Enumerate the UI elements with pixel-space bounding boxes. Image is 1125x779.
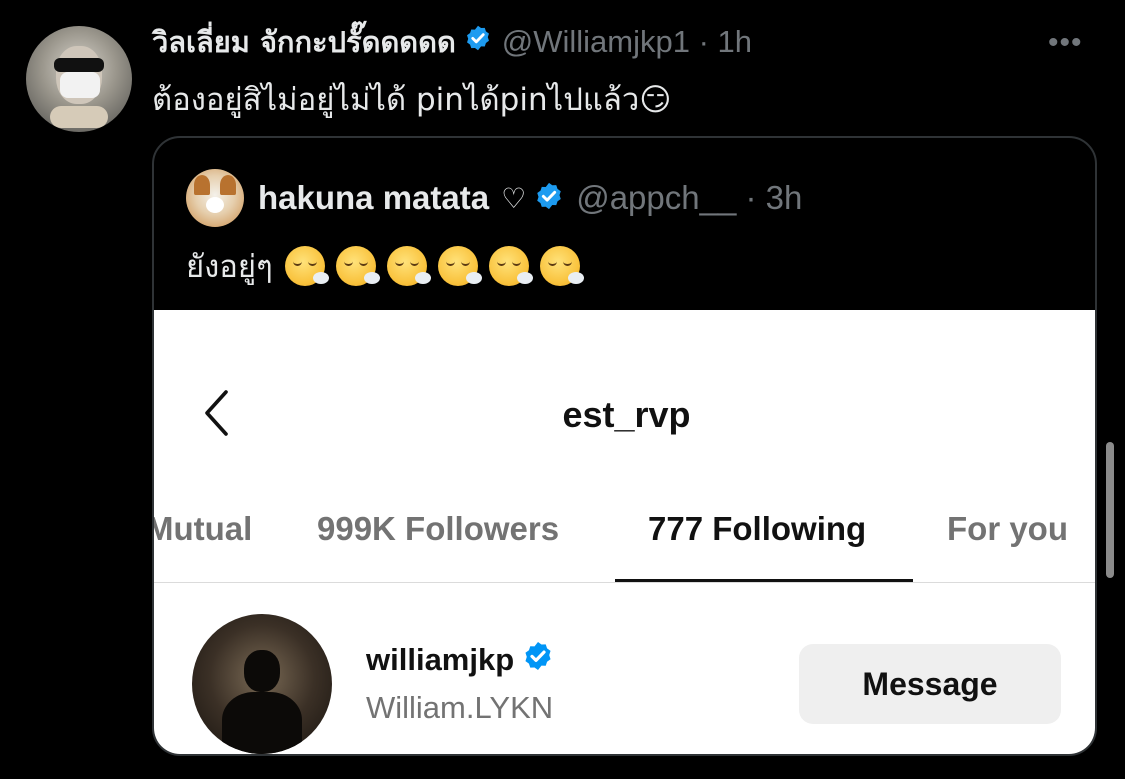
verified-badge-icon: [522, 640, 554, 680]
scrollbar[interactable]: [1106, 442, 1114, 578]
user-full-name: William.LYKN: [366, 690, 554, 725]
avatar-head: [244, 650, 280, 692]
tab-for-you: For you: [947, 510, 1068, 547]
avatar-body: [222, 692, 302, 754]
face-exhaling-emoji-icon: [284, 246, 329, 286]
avatar-headphones: [50, 106, 108, 128]
tab-following: 777 Following: [648, 510, 867, 547]
user-username: williamjkp: [366, 640, 554, 680]
dog-snout: [206, 197, 224, 213]
quoted-author-handle-time: @appch__ · 3h: [576, 179, 803, 216]
active-tab-indicator: [615, 579, 913, 582]
author-name[interactable]: วิลเลี่ยม จักกะปรั๊ดดดดด: [152, 19, 456, 65]
dog-ear-right: [220, 175, 236, 195]
quoted-author-name: hakuna matata: [258, 179, 490, 216]
follow-tabs: Mutual 999K Followers 777 Following For …: [152, 498, 1095, 583]
author-avatar[interactable]: [26, 26, 132, 132]
tab-mutual: Mutual: [152, 510, 253, 547]
quoted-text-content: ยังอยู่ๆ: [186, 249, 273, 285]
face-exhaling-emoji-icon: [386, 246, 431, 286]
face-exhaling-emoji-icon: [539, 246, 584, 286]
instagram-screenshot[interactable]: est_rvp Mutual 999K Followers 777 Follow…: [152, 310, 1095, 754]
quoted-author-avatar[interactable]: [186, 169, 244, 227]
profile-title: est_rvp: [562, 394, 691, 435]
username-text: williamjkp: [366, 642, 515, 677]
tab-followers: 999K Followers: [317, 510, 560, 547]
tweet-text: ต้องอยู่สิไม่อยู่ไม่ได้ pinได้pinไปแล้ว😏: [152, 82, 672, 118]
avatar-sunglasses: [54, 58, 104, 72]
more-options-icon[interactable]: •••: [1048, 28, 1083, 58]
author-handle-time[interactable]: @Williamjkp1 · 1h: [502, 24, 752, 60]
verified-badge-icon: [464, 24, 492, 60]
heart-icon: ♡: [501, 181, 527, 215]
dog-ear-left: [194, 175, 210, 195]
quoted-tweet-text: ยังอยู่ๆ: [186, 244, 591, 288]
face-exhaling-emoji-icon: [335, 246, 380, 286]
user-avatar: [192, 614, 332, 754]
face-exhaling-emoji-icon: [437, 246, 482, 286]
quoted-tweet[interactable]: hakuna matata ♡ @appch__ · 3h ยังอยู่ๆ e: [152, 136, 1097, 756]
avatar-mask: [60, 72, 100, 98]
verified-badge-icon: [534, 181, 564, 216]
tweet-header: วิลเลี่ยม จักกะปรั๊ดดดดด @Williamjkp1 · …: [152, 22, 752, 62]
face-exhaling-emoji-icon: [488, 246, 533, 286]
emoji-row: [284, 246, 591, 286]
quoted-tweet-header: hakuna matata ♡ @appch__ · 3h: [258, 178, 802, 218]
message-button: Message: [799, 644, 1061, 724]
